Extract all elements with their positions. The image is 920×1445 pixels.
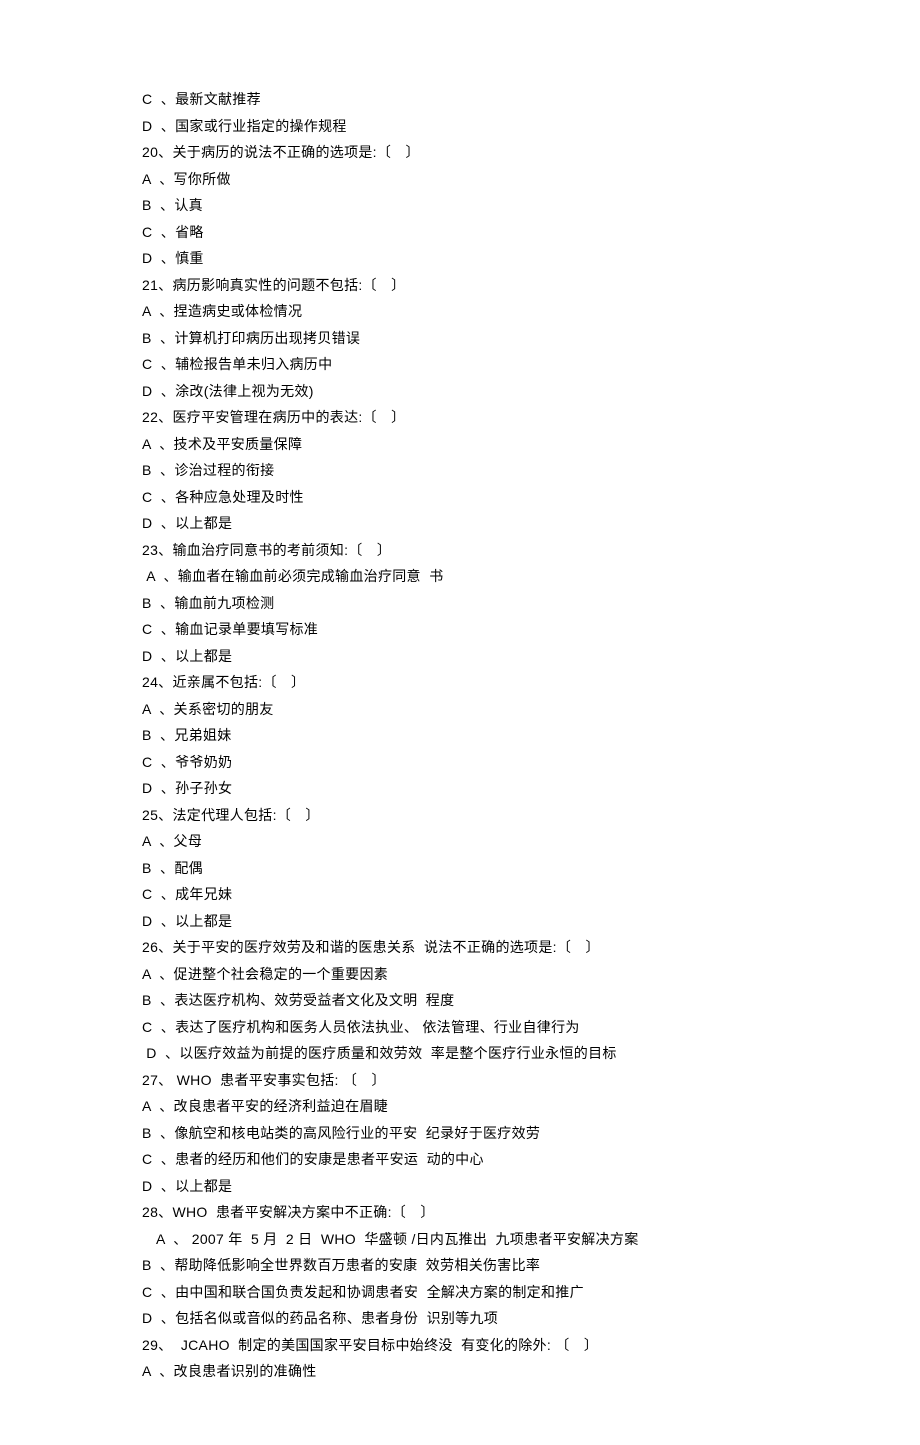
text-line: B 、帮助降低影响全世界数百万患者的安康 效劳相关伤害比率 xyxy=(142,1252,778,1279)
text-line: 24、近亲属不包括:〔 〕 xyxy=(142,669,778,696)
text-line: A 、输血者在输血前必须完成输血治疗同意 书 xyxy=(142,563,778,590)
text-line: 20、关于病历的说法不正确的选项是:〔 〕 xyxy=(142,139,778,166)
text-line: B 、表达医疗机构、效劳受益者文化及文明 程度 xyxy=(142,987,778,1014)
text-line: D 、以医疗效益为前提的医疗质量和效劳效 率是整个医疗行业永恒的目标 xyxy=(142,1040,778,1067)
text-line: B 、计算机打印病历出现拷贝错误 xyxy=(142,325,778,352)
text-line: B 、认真 xyxy=(142,192,778,219)
text-line: C 、表达了医疗机构和医务人员依法执业、 依法管理、行业自律行为 xyxy=(142,1014,778,1041)
text-line: C 、各种应急处理及时性 xyxy=(142,484,778,511)
text-line: A 、改良患者平安的经济利益迫在眉睫 xyxy=(142,1093,778,1120)
text-line: A 、捏造病史或体检情况 xyxy=(142,298,778,325)
text-line: 22、医疗平安管理在病历中的表达:〔 〕 xyxy=(142,404,778,431)
text-line: A 、关系密切的朋友 xyxy=(142,696,778,723)
text-line: D 、以上都是 xyxy=(142,1173,778,1200)
text-line: 21、病历影响真实性的问题不包括:〔 〕 xyxy=(142,272,778,299)
text-line: 27、 WHO 患者平安事实包括: 〔 〕 xyxy=(142,1067,778,1094)
text-line: D 、涂改(法律上视为无效) xyxy=(142,378,778,405)
text-line: 26、关于平安的医疗效劳及和谐的医患关系 说法不正确的选项是:〔 〕 xyxy=(142,934,778,961)
text-line: C 、患者的经历和他们的安康是患者平安运 动的中心 xyxy=(142,1146,778,1173)
text-line: B 、兄弟姐妹 xyxy=(142,722,778,749)
text-line: 29、 JCAHO 制定的美国国家平安目标中始终没 有变化的除外: 〔 〕 xyxy=(142,1332,778,1359)
text-line: D 、包括名似或音似的药品名称、患者身份 识别等九项 xyxy=(142,1305,778,1332)
text-line: B 、配偶 xyxy=(142,855,778,882)
text-line: D 、孙子孙女 xyxy=(142,775,778,802)
document-page: C 、最新文献推荐D 、国家或行业指定的操作规程20、关于病历的说法不正确的选项… xyxy=(0,0,920,1445)
text-line: B 、诊治过程的衔接 xyxy=(142,457,778,484)
text-line: D 、以上都是 xyxy=(142,643,778,670)
text-line: C 、由中国和联合国负责发起和协调患者安 全解决方案的制定和推广 xyxy=(142,1279,778,1306)
text-line: A 、技术及平安质量保障 xyxy=(142,431,778,458)
text-line: A 、改良患者识别的准确性 xyxy=(142,1358,778,1385)
text-line: 28、WHO 患者平安解决方案中不正确:〔 〕 xyxy=(142,1199,778,1226)
text-line: B 、像航空和核电站类的高风险行业的平安 纪录好于医疗效劳 xyxy=(142,1120,778,1147)
text-line: B 、输血前九项检测 xyxy=(142,590,778,617)
text-line: A 、促进整个社会稳定的一个重要因素 xyxy=(142,961,778,988)
text-line: A 、写你所做 xyxy=(142,166,778,193)
text-line: D 、以上都是 xyxy=(142,908,778,935)
text-line: 25、法定代理人包括:〔 〕 xyxy=(142,802,778,829)
text-line: C 、输血记录单要填写标准 xyxy=(142,616,778,643)
text-line: C 、爷爷奶奶 xyxy=(142,749,778,776)
text-line: D 、国家或行业指定的操作规程 xyxy=(142,113,778,140)
text-line: C 、省略 xyxy=(142,219,778,246)
text-line: C 、最新文献推荐 xyxy=(142,86,778,113)
text-line: A 、 2007 年 5 月 2 日 WHO 华盛顿 /日内瓦推出 九项患者平安… xyxy=(142,1226,778,1253)
text-line: C 、成年兄妹 xyxy=(142,881,778,908)
text-line: D 、以上都是 xyxy=(142,510,778,537)
text-line: 23、输血治疗同意书的考前须知:〔 〕 xyxy=(142,537,778,564)
text-line: D 、慎重 xyxy=(142,245,778,272)
text-line: C 、辅检报告单未归入病历中 xyxy=(142,351,778,378)
text-line: A 、父母 xyxy=(142,828,778,855)
